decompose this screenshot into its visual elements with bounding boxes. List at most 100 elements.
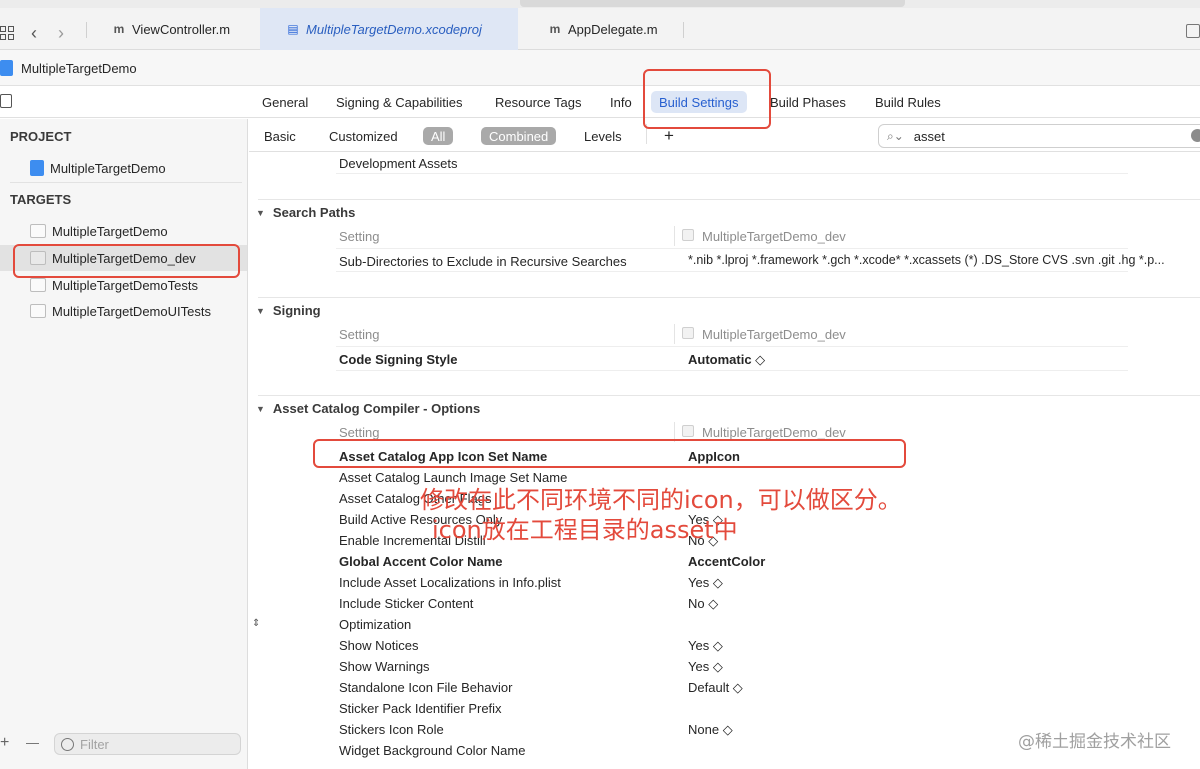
setting-column-header: Setting (339, 425, 380, 440)
sidebar-filter-field[interactable]: Filter (54, 733, 241, 755)
targets-section-label: TARGETS (10, 192, 72, 207)
tab-label: Build Phases (770, 94, 846, 110)
stepper-icon[interactable]: ⇕ (252, 618, 260, 629)
settings-search-field[interactable]: ⌕⌄ asset (878, 124, 1200, 148)
tab-label: ViewController.m (132, 21, 231, 37)
target-column-icon (682, 425, 694, 437)
row-divider (336, 271, 1128, 272)
search-icon: ⌕⌄ (887, 128, 904, 143)
row-divider (336, 346, 1128, 347)
setting-code-signing-style-value[interactable]: Automatic ◇ (688, 352, 765, 368)
sidebar-toggle-icon[interactable] (0, 94, 12, 108)
project-breadcrumb[interactable]: MultipleTargetDemo (0, 59, 137, 77)
tab-separator (683, 22, 684, 38)
grid-icon[interactable] (0, 26, 14, 40)
setting-exclude-dirs-value[interactable]: *.nib *.lproj *.framework *.gch *.xcode*… (688, 253, 1165, 267)
setting-value[interactable]: Yes ◇ (688, 575, 723, 591)
setting-name[interactable]: Include Asset Localizations in Info.plis… (339, 575, 561, 590)
tab-label: Signing & Capabilities (336, 94, 463, 110)
group-signing[interactable]: ▼ Signing (256, 303, 321, 318)
setting-name[interactable]: Show Notices (339, 638, 418, 653)
remove-target-button[interactable]: — (26, 735, 39, 750)
add-setting-button[interactable]: + (656, 126, 682, 145)
setting-value[interactable]: No ◇ (688, 596, 718, 612)
tab-build-rules[interactable]: Build Rules (867, 91, 949, 113)
filter-levels[interactable]: Levels (576, 127, 630, 145)
forward-arrow-icon[interactable]: › (58, 23, 64, 44)
setting-code-signing-style[interactable]: Code Signing Style (339, 352, 457, 367)
filter-customized[interactable]: Customized (321, 127, 406, 145)
group-divider (258, 199, 1200, 200)
tab-info[interactable]: Info (602, 91, 640, 113)
setting-column-header: Setting (339, 229, 380, 244)
sidebar-item-project[interactable]: MultipleTargetDemo (30, 157, 166, 179)
development-assets-row[interactable]: Development Assets (339, 156, 458, 171)
watermark: @稀土掘金技术社区 (1018, 732, 1171, 752)
address-bar-edge (520, 0, 905, 7)
group-asset-catalog[interactable]: ▼ Asset Catalog Compiler - Options (256, 401, 480, 416)
tab-label: General (262, 94, 309, 110)
filter-all[interactable]: All (423, 127, 454, 145)
add-tab-icon[interactable] (1186, 24, 1200, 38)
setting-name[interactable]: Standalone Icon File Behavior (339, 680, 512, 695)
sidebar-item-label: MultipleTargetDemo (50, 160, 166, 176)
setting-name[interactable]: Stickers Icon Role (339, 722, 444, 737)
window-top-strip (0, 0, 1200, 8)
test-target-icon (30, 278, 46, 292)
setting-exclude-dirs[interactable]: Sub-Directories to Exclude in Recursive … (339, 254, 627, 269)
setting-name[interactable]: Include Sticker Content (339, 596, 473, 611)
filter-basic[interactable]: Basic (256, 127, 304, 145)
row-divider (336, 173, 1128, 174)
annotation-line-2: icon放在工程目录的asset中 (432, 516, 738, 544)
setting-name[interactable]: Global Accent Color Name (339, 554, 503, 569)
setting-value[interactable]: AccentColor (688, 554, 765, 569)
tab-label: AppDelegate.m (568, 21, 658, 37)
target-column-icon (682, 229, 694, 241)
back-arrow-icon[interactable]: ‹ (31, 23, 37, 44)
tab-resource-tags[interactable]: Resource Tags (487, 91, 589, 113)
tab-label: Resource Tags (495, 94, 582, 110)
target-column-header: MultipleTargetDemo_dev (702, 425, 846, 440)
sidebar-item-target[interactable]: MultipleTargetDemo (30, 220, 168, 242)
column-divider (674, 324, 675, 344)
setting-name[interactable]: Widget Background Color Name (339, 743, 525, 758)
row-divider (336, 370, 1128, 371)
setting-value[interactable]: Yes ◇ (688, 638, 723, 654)
setting-name[interactable]: Optimization (339, 617, 411, 632)
clear-search-icon[interactable] (1191, 129, 1200, 142)
setting-value[interactable]: Yes ◇ (688, 659, 723, 675)
setting-column-header: Setting (339, 327, 380, 342)
sidebar-item-label: MultipleTargetDemoTests (52, 277, 198, 293)
group-title: Search Paths (272, 205, 356, 220)
tab-label: Info (610, 94, 632, 110)
project-section-label: PROJECT (10, 129, 72, 144)
chevron-down-icon: ▼ (256, 305, 265, 316)
sidebar-item-target-uitests[interactable]: MultipleTargetDemoUITests (30, 300, 211, 322)
filter-placeholder: Filter (80, 736, 109, 752)
sidebar-item-label: MultipleTargetDemoUITests (52, 303, 211, 319)
setting-name[interactable]: Sticker Pack Identifier Prefix (339, 701, 502, 716)
target-column-header: MultipleTargetDemo_dev (702, 327, 846, 342)
group-divider (258, 395, 1200, 396)
group-title: Asset Catalog Compiler - Options (272, 401, 481, 416)
add-target-button[interactable]: + (0, 734, 9, 752)
tab-build-phases[interactable]: Build Phases (762, 91, 854, 113)
group-divider (258, 297, 1200, 298)
group-search-paths[interactable]: ▼ Search Paths (256, 205, 355, 220)
row-divider (336, 248, 1128, 249)
setting-name[interactable]: Show Warnings (339, 659, 430, 674)
setting-value[interactable]: None ◇ (688, 722, 733, 738)
tab-appdelegate[interactable]: m AppDelegate.m (548, 8, 658, 50)
setting-value[interactable]: Default ◇ (688, 680, 743, 696)
sidebar-item-label: MultipleTargetDemo (52, 223, 168, 239)
targets-sidebar (0, 119, 248, 769)
tab-label: Build Rules (875, 94, 941, 110)
target-column-header: MultipleTargetDemo_dev (702, 229, 846, 244)
m-file-icon: m (113, 22, 125, 36)
tab-signing[interactable]: Signing & Capabilities (328, 91, 470, 113)
filter-combined[interactable]: Combined (481, 127, 557, 145)
tab-xcodeproj[interactable]: ▤ MultipleTargetDemo.xcodeproj (260, 8, 518, 50)
editor-tab-bar (0, 86, 1200, 118)
tab-viewcontroller[interactable]: m ViewController.m (112, 8, 230, 50)
tab-general[interactable]: General (254, 91, 316, 113)
